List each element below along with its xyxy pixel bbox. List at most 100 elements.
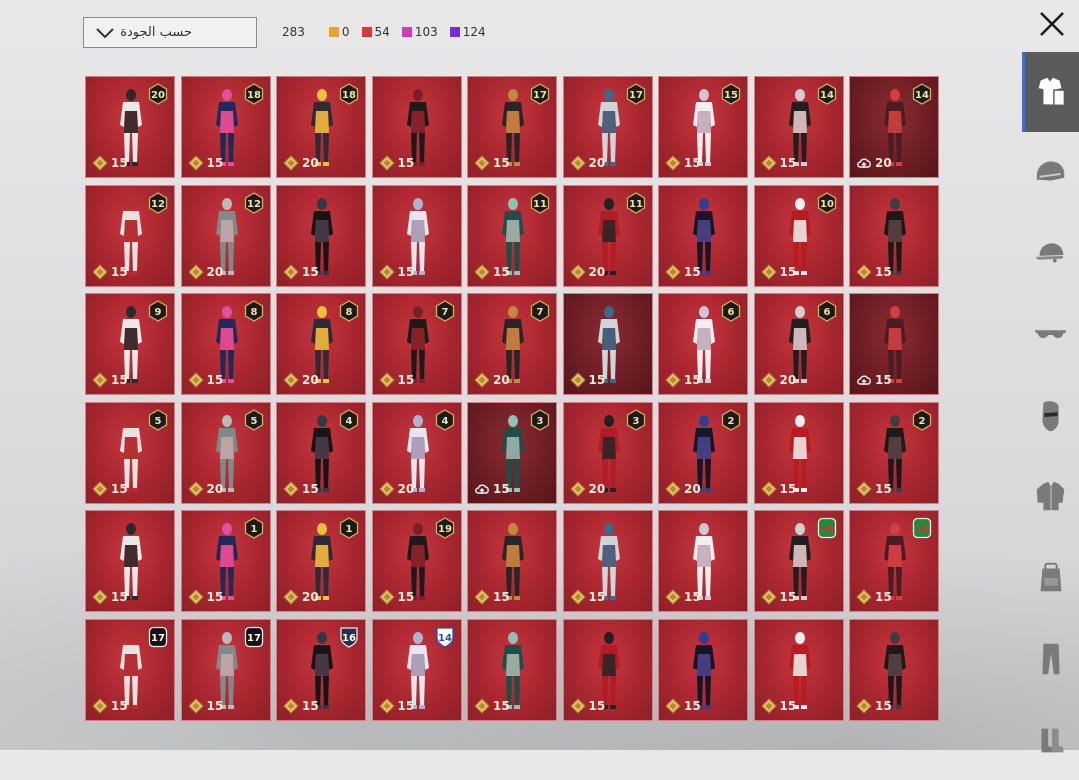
outfit-card[interactable]: 12 15	[85, 184, 175, 287]
outfit-icon	[1038, 77, 1066, 107]
outfit-card[interactable]: 11 15	[467, 184, 557, 287]
outfit-card[interactable]: 14 15	[371, 618, 462, 721]
outfit-card[interactable]: 17 15	[180, 618, 271, 721]
outfit-card[interactable]: 15	[85, 510, 175, 612]
outfit-card[interactable]: 15	[658, 184, 748, 287]
outfit-card[interactable]: 9 15	[85, 293, 175, 395]
price-tag: 15	[665, 589, 701, 605]
outfit-card[interactable]: 8 15	[180, 293, 271, 395]
price-tag: 15	[187, 155, 223, 171]
outfit-card[interactable]: 14 15	[753, 76, 844, 178]
price-value: 15	[779, 264, 797, 279]
outfit-card[interactable]: 18 15	[849, 510, 939, 612]
price-value: 15	[111, 698, 128, 713]
cap-icon	[1035, 243, 1063, 263]
category-tab-cap[interactable]	[1022, 214, 1079, 294]
level-badge-text: 15	[724, 90, 738, 101]
price-value: 20	[875, 156, 892, 170]
outfit-card[interactable]: 15 15	[658, 76, 748, 178]
price-tag: 15	[474, 589, 510, 605]
level-badge: 12	[148, 191, 168, 214]
coin-icon	[378, 155, 395, 171]
outfit-grid: 20 15 18 15 18 20 15 17 15 17 20 15 15 14 15 14 20 12 15 12…	[85, 76, 939, 721]
mask-icon	[1041, 401, 1059, 432]
outfit-card[interactable]: 15	[753, 401, 844, 504]
outfit-card[interactable]: 5 20	[180, 401, 271, 504]
coin-icon	[92, 697, 108, 714]
outfit-card[interactable]: 7 20	[467, 293, 557, 395]
outfit-card[interactable]: 15	[849, 184, 939, 287]
outfit-card[interactable]: 8 20	[276, 293, 366, 395]
outfit-card[interactable]: 15	[467, 618, 557, 721]
outfit-card[interactable]: 15	[849, 293, 939, 395]
level-badge-text: 18	[820, 524, 834, 535]
category-tab-outfit[interactable]	[1022, 52, 1079, 132]
price-tag: 15	[760, 480, 796, 497]
outfit-card[interactable]: 15	[658, 618, 748, 721]
outfit-card[interactable]: 15	[562, 293, 653, 395]
outfit-card[interactable]: 14 20	[849, 76, 939, 178]
outfit-card[interactable]: 6 15	[658, 293, 748, 395]
outfit-card[interactable]: 6 20	[753, 293, 844, 395]
outfit-card[interactable]: 15	[658, 510, 748, 612]
outfit-card[interactable]: 10 15	[753, 184, 844, 287]
price-value: 15	[875, 373, 892, 387]
category-tab-glasses[interactable]	[1022, 295, 1079, 375]
level-badge-text: 14	[915, 90, 929, 101]
category-tab-pants[interactable]	[1022, 619, 1079, 699]
outfit-card[interactable]: 4 15	[276, 401, 366, 504]
outfit-card[interactable]: 4 20	[371, 401, 462, 504]
outfit-card[interactable]: 7 15	[371, 293, 462, 395]
outfit-card[interactable]: 1 15	[180, 510, 271, 612]
price-value: 20	[588, 481, 606, 496]
outfit-card[interactable]: 15	[562, 618, 653, 721]
sort-dropdown[interactable]: حسب الجودة	[83, 17, 257, 48]
outfit-card[interactable]: 5 15	[85, 401, 175, 504]
level-badge: 15	[721, 83, 741, 105]
outfit-card[interactable]: 17 20	[562, 76, 653, 178]
outfit-card[interactable]: 15	[562, 510, 653, 612]
level-badge: 4	[339, 408, 359, 431]
price-tag: 20	[760, 372, 796, 388]
outfit-card[interactable]: 17 15	[85, 618, 175, 721]
level-badge-text: 6	[728, 307, 735, 318]
outfit-card[interactable]: 15	[467, 510, 557, 612]
price-value: 15	[397, 264, 415, 279]
outfit-card[interactable]: 18 15	[180, 76, 271, 178]
count-epic: 103	[401, 25, 438, 39]
outfit-card[interactable]: 18 20	[276, 76, 366, 178]
outfit-card[interactable]: 20 15	[85, 76, 175, 178]
level-badge: 16	[340, 626, 358, 648]
outfit-card[interactable]: 1 20	[276, 510, 366, 612]
outfit-card[interactable]: 11 20	[562, 184, 653, 287]
category-tab-mask[interactable]	[1022, 376, 1079, 456]
outfit-card[interactable]: 16 15	[276, 618, 366, 721]
level-badge: 4	[435, 408, 454, 431]
coin-icon	[378, 697, 395, 714]
coin-icon	[665, 697, 681, 714]
outfit-card[interactable]: 19 15	[371, 510, 462, 612]
category-tab-helmet[interactable]	[1022, 133, 1079, 213]
chevron-down-icon	[96, 28, 114, 39]
price-value: 15	[302, 264, 319, 279]
level-badge-text: 8	[250, 307, 257, 318]
price-value: 20	[302, 373, 319, 387]
outfit-card[interactable]: 15	[849, 618, 939, 721]
category-tab-backpack[interactable]	[1022, 538, 1079, 618]
category-tab-jacket[interactable]	[1022, 457, 1079, 537]
outfit-card[interactable]: 2 20	[658, 401, 748, 504]
close-button[interactable]	[1036, 8, 1068, 40]
outfit-card[interactable]: 15	[276, 184, 366, 287]
outfit-card[interactable]: 15	[371, 184, 462, 287]
outfit-card[interactable]: 12 20	[180, 184, 271, 287]
outfit-card[interactable]: 18 15	[753, 510, 844, 612]
category-tab-shoes[interactable]	[1022, 700, 1079, 780]
outfit-card[interactable]: 15	[371, 76, 462, 178]
price-tag: 15	[760, 155, 796, 171]
outfit-card[interactable]: 3 15	[467, 401, 557, 504]
outfit-card[interactable]: 2 15	[849, 401, 939, 504]
outfit-card[interactable]: 3 20	[562, 401, 653, 504]
level-badge: 7	[530, 300, 550, 322]
outfit-card[interactable]: 17 15	[467, 76, 557, 178]
outfit-card[interactable]: 15	[753, 618, 844, 721]
